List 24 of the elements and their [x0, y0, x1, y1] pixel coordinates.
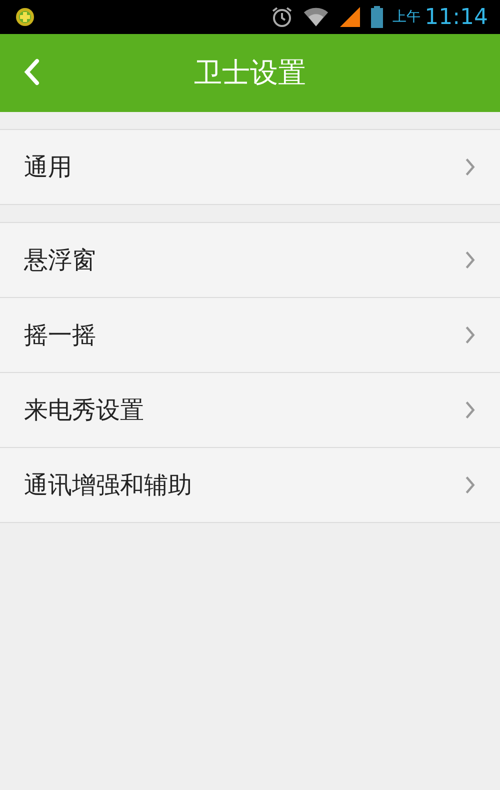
- row-label: 通讯增强和辅助: [24, 470, 192, 501]
- clock-time: 11:14: [424, 4, 488, 30]
- settings-row[interactable]: 通讯增强和辅助: [0, 448, 500, 523]
- battery-icon: [370, 6, 383, 28]
- time-period: 上午: [392, 8, 421, 26]
- signal-icon: [338, 6, 361, 28]
- row-label: 来电秀设置: [24, 395, 144, 426]
- settings-row[interactable]: 通用: [0, 130, 500, 205]
- chevron-icon: [464, 250, 476, 270]
- settings-row[interactable]: 摇一摇: [0, 298, 500, 373]
- wifi-icon: [302, 6, 329, 28]
- row-label: 通用: [24, 152, 72, 183]
- settings-row[interactable]: 悬浮窗: [0, 223, 500, 298]
- app-icon: [15, 7, 35, 27]
- settings-row[interactable]: 来电秀设置: [0, 373, 500, 448]
- row-label: 悬浮窗: [24, 245, 96, 276]
- back-button[interactable]: [22, 56, 42, 88]
- alarm-clock-icon: [270, 6, 293, 28]
- row-label: 摇一摇: [24, 320, 96, 351]
- chevron-icon: [464, 325, 476, 345]
- chevron-icon: [464, 400, 476, 420]
- chevron-icon: [464, 475, 476, 495]
- page-title: 卫士设置: [194, 55, 306, 91]
- chevron-icon: [464, 157, 476, 177]
